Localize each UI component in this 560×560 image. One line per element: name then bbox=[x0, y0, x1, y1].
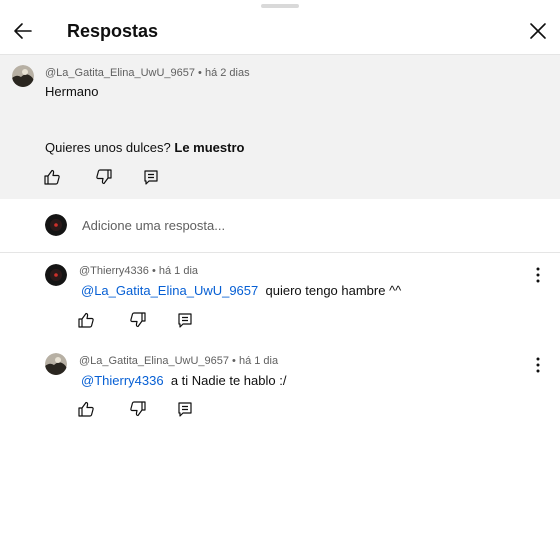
more-options-button[interactable] bbox=[530, 265, 546, 285]
more-vert-icon bbox=[536, 267, 540, 283]
comment-author[interactable]: @La_Gatita_Elina_UwU_9657 bbox=[79, 355, 229, 367]
like-button[interactable] bbox=[43, 168, 61, 186]
reply-button[interactable] bbox=[176, 400, 194, 418]
dislike-button[interactable] bbox=[129, 311, 147, 329]
comment-time: há 1 dia bbox=[238, 355, 279, 367]
reply-button[interactable] bbox=[142, 168, 160, 186]
dislike-button[interactable] bbox=[129, 400, 147, 418]
mention-link[interactable]: @Thierry4336 bbox=[81, 373, 164, 388]
thumbs-down-icon bbox=[130, 401, 146, 417]
reply-button[interactable] bbox=[176, 311, 194, 329]
comment-time: há 1 dia bbox=[158, 265, 199, 277]
reply-icon bbox=[144, 170, 158, 185]
comment-text-bold: Le muestro bbox=[174, 140, 245, 155]
comment-meta: @La_Gatita_Elina_UwU_9657 • há 2 dias bbox=[45, 67, 250, 79]
current-user-avatar bbox=[45, 214, 67, 236]
avatar[interactable] bbox=[45, 264, 67, 286]
comment-time: há 2 dias bbox=[204, 67, 250, 79]
reply-icon bbox=[178, 402, 192, 417]
comment-text: @Thierry4336 a ti Nadie te hablo :/ bbox=[81, 373, 287, 388]
comment-author[interactable]: @Thierry4336 bbox=[79, 265, 149, 277]
parent-comment: @La_Gatita_Elina_UwU_9657 • há 2 dias He… bbox=[0, 55, 560, 199]
close-icon bbox=[530, 23, 546, 39]
comment-meta: @Thierry4336 • há 1 dia bbox=[79, 265, 199, 277]
comment-author[interactable]: @La_Gatita_Elina_UwU_9657 bbox=[45, 67, 195, 79]
thumbs-down-icon bbox=[96, 169, 112, 185]
header: Respostas bbox=[0, 0, 560, 55]
reply-box: Adicione uma resposta... bbox=[0, 200, 560, 253]
comment-text: @La_Gatita_Elina_UwU_9657 quiero tengo h… bbox=[81, 283, 402, 298]
reply-icon bbox=[178, 313, 192, 328]
more-vert-icon bbox=[536, 357, 540, 373]
thumbs-up-icon bbox=[78, 312, 94, 328]
thumbs-down-icon bbox=[130, 312, 146, 328]
thumbs-up-icon bbox=[78, 401, 94, 417]
comment-text-line1: Hermano bbox=[45, 84, 99, 99]
close-button[interactable] bbox=[525, 18, 551, 44]
comment-text-line2: Quieres unos dulces? Le muestro bbox=[45, 140, 245, 155]
mention-link[interactable]: @La_Gatita_Elina_UwU_9657 bbox=[81, 283, 258, 298]
dislike-button[interactable] bbox=[95, 168, 113, 186]
reply-input[interactable]: Adicione uma resposta... bbox=[82, 218, 225, 234]
comment-meta: @La_Gatita_Elina_UwU_9657 • há 1 dia bbox=[79, 355, 279, 367]
like-button[interactable] bbox=[77, 311, 95, 329]
more-options-button[interactable] bbox=[530, 355, 546, 375]
avatar[interactable] bbox=[45, 353, 67, 375]
back-button[interactable] bbox=[10, 18, 36, 44]
thumbs-up-icon bbox=[44, 169, 60, 185]
page-title: Respostas bbox=[67, 21, 159, 41]
avatar[interactable] bbox=[12, 65, 34, 87]
arrow-left-icon bbox=[14, 23, 32, 39]
like-button[interactable] bbox=[77, 400, 95, 418]
